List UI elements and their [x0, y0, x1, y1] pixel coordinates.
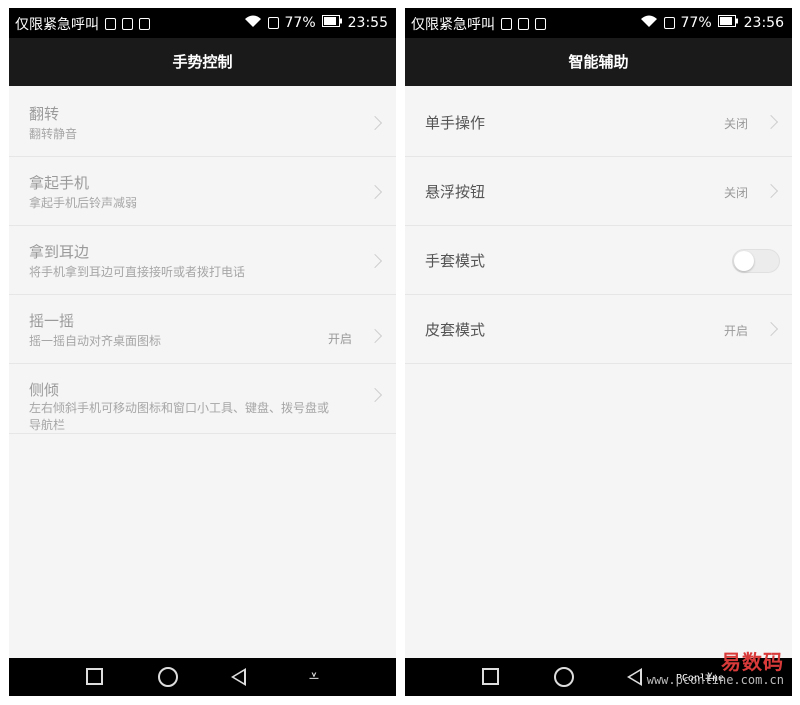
carrier-text: 仅限紧急呼叫	[15, 17, 99, 33]
settings-list: 翻转 翻转静音 拿起手机 拿起手机后铃声减弱 拿到耳边 将手机拿到耳边可直接接听…	[9, 88, 396, 434]
recent-apps-icon[interactable]	[86, 668, 103, 685]
list-item-pick-up[interactable]: 拿起手机 拿起手机后铃声减弱	[9, 157, 396, 226]
recent-apps-icon[interactable]	[482, 668, 499, 685]
list-item-to-ear[interactable]: 拿到耳边 将手机拿到耳边可直接接听或者拨打电话	[9, 226, 396, 295]
item-title: 拿起手机	[29, 174, 90, 192]
glove-mode-toggle[interactable]	[732, 249, 780, 273]
item-title: 侧倾	[29, 381, 60, 399]
item-subtitle: 将手机拿到耳边可直接接听或者拨打电话	[29, 265, 246, 279]
item-title: 翻转	[29, 105, 60, 123]
android-icon	[535, 18, 546, 30]
item-title: 悬浮按钮	[425, 183, 486, 201]
item-value: 开启	[723, 324, 748, 338]
chevron-right-icon	[367, 253, 383, 269]
battery-percent: 77%	[284, 15, 316, 31]
battery-percent: 77%	[680, 15, 712, 31]
toggle-knob	[734, 251, 754, 271]
battery-icon	[321, 15, 342, 31]
notification-pull-icon[interactable]: ⩡	[304, 667, 324, 687]
chevron-right-icon	[367, 115, 383, 131]
item-title: 手套模式	[425, 252, 486, 270]
status-bar: 仅限紧急呼叫 77% 23:55	[9, 8, 396, 38]
chevron-right-icon	[367, 184, 383, 200]
back-icon[interactable]	[231, 668, 246, 686]
chevron-right-icon	[367, 387, 383, 403]
sim-icon	[267, 17, 279, 29]
item-title: 单手操作	[425, 114, 486, 132]
chevron-right-icon	[763, 183, 779, 199]
item-title: 皮套模式	[425, 321, 486, 339]
battery-icon	[717, 15, 738, 31]
clock: 23:56	[743, 15, 784, 31]
item-subtitle: 拿起手机后铃声减弱	[29, 196, 138, 210]
wifi-icon	[244, 14, 262, 32]
page-title: 手势控制	[9, 38, 396, 86]
notification-icon	[122, 18, 133, 30]
navigation-bar: ⩡	[9, 658, 396, 696]
list-item-glove-mode: 手套模式	[405, 226, 792, 295]
chevron-right-icon	[367, 328, 383, 344]
carrier-text: 仅限紧急呼叫	[411, 17, 495, 33]
settings-list: 单手操作 关闭 悬浮按钮 关闭 手套模式 皮套模式 开启	[405, 88, 792, 364]
list-item-one-hand-mode[interactable]: 单手操作 关闭	[405, 88, 792, 157]
item-subtitle: 左右倾斜手机可移动图标和窗口小工具、键盘、拨号盘或导航栏	[29, 401, 330, 432]
wifi-icon	[640, 14, 658, 32]
phone-screen-smart-assist: 仅限紧急呼叫 77% 23:56 智能辅助 单手操作 关闭 悬浮按钮 关闭 手套…	[405, 8, 792, 696]
item-title: 拿到耳边	[29, 243, 90, 261]
home-icon[interactable]	[158, 667, 178, 687]
home-icon[interactable]	[554, 667, 574, 687]
item-title: 摇一摇	[29, 312, 75, 330]
item-subtitle: 翻转静音	[29, 127, 78, 141]
notification-icon	[501, 18, 512, 30]
list-item-shake[interactable]: 摇一摇 摇一摇自动对齐桌面图标 开启	[9, 295, 396, 364]
list-item-cover-mode[interactable]: 皮套模式 开启	[405, 295, 792, 364]
chevron-right-icon	[763, 321, 779, 337]
notification-icon	[105, 18, 116, 30]
watermark-url: www.pconline.com.cn	[646, 673, 784, 687]
list-item-tilt[interactable]: 侧倾 左右倾斜手机可移动图标和窗口小工具、键盘、拨号盘或导航栏	[9, 364, 396, 434]
item-value: 关闭	[723, 117, 748, 131]
phone-screen-gesture-control: 仅限紧急呼叫 77% 23:55 手势控制 翻转 翻转静音 拿起手机 拿起手机后…	[9, 8, 396, 696]
page-title: 智能辅助	[405, 38, 792, 86]
list-item-flip[interactable]: 翻转 翻转静音	[9, 88, 396, 157]
item-subtitle: 摇一摇自动对齐桌面图标	[29, 334, 162, 348]
clock: 23:55	[347, 15, 388, 31]
item-value: 开启	[327, 332, 352, 346]
chevron-right-icon	[763, 114, 779, 130]
status-bar: 仅限紧急呼叫 77% 23:56	[405, 8, 792, 38]
item-value: 关闭	[723, 186, 748, 200]
watermark: 易数码 PConline www.pconline.com.cn	[634, 646, 784, 690]
android-icon	[139, 18, 150, 30]
list-item-floating-button[interactable]: 悬浮按钮 关闭	[405, 157, 792, 226]
notification-icon	[518, 18, 529, 30]
sim-icon	[663, 17, 675, 29]
watermark-text: 易数码	[721, 650, 784, 674]
